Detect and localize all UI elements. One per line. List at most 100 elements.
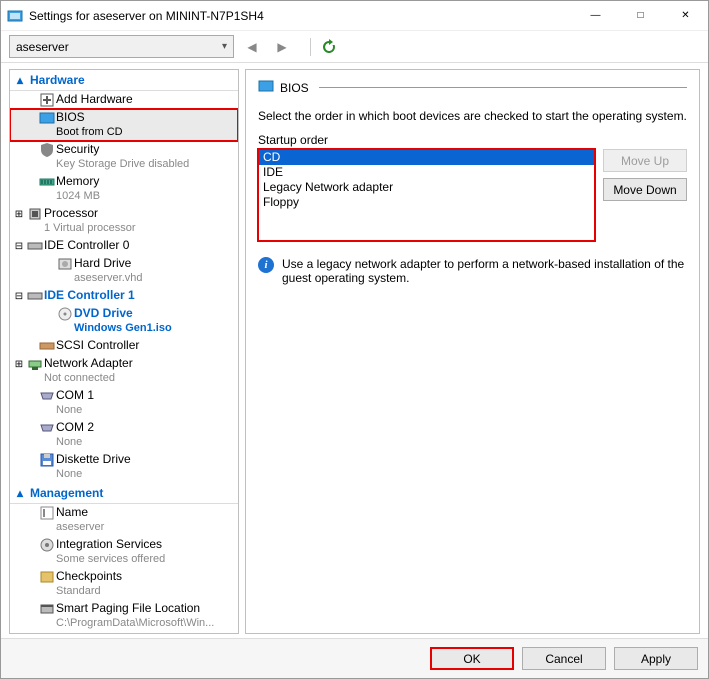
collapse-icon[interactable]: ⊟ [12,238,26,254]
com-port-icon [38,388,56,404]
tree-item-label: IDE Controller 1 [44,288,135,303]
tree-item-bios[interactable]: BIOS Boot from CD [10,109,238,141]
integration-icon [38,537,56,553]
apply-button[interactable]: Apply [614,647,698,670]
tree-item-sublabel: aseserver.vhd [74,271,142,286]
section-label: Hardware [30,73,85,87]
section-hardware[interactable]: ▴ Hardware [10,70,238,91]
controller-icon [26,288,44,304]
detail-title-row: BIOS [258,78,687,99]
list-item[interactable]: Floppy [259,195,594,210]
tree-item-label: IDE Controller 0 [44,238,129,253]
move-up-button[interactable]: Move Up [603,149,687,172]
tree-item-label: Name [56,505,104,520]
app-icon [7,8,23,24]
close-button[interactable]: ✕ [663,1,708,30]
tree-item-label: Hard Drive [74,256,142,271]
tree-item-processor[interactable]: ⊞ Processor 1 Virtual processor [10,205,238,237]
titlebar: Settings for aseserver on MININT-N7P1SH4… [1,1,708,31]
tree-item-network-adapter[interactable]: ⊞ Network Adapter Not connected [10,355,238,387]
tree-item-security[interactable]: Security Key Storage Drive disabled [10,141,238,173]
controller-icon [26,238,44,254]
tree-item-add-hardware[interactable]: Add Hardware [10,91,238,109]
tree-item-com2[interactable]: COM 2 None [10,419,238,451]
tree-item-harddrive[interactable]: Hard Drive aseserver.vhd [10,255,238,287]
tree-item-label: Security [56,142,189,157]
tree-item-name[interactable]: Name aseserver [10,504,238,536]
tree-item-label: Diskette Drive [56,452,131,467]
tree-item-ide0[interactable]: ⊟ IDE Controller 0 [10,237,238,255]
list-item[interactable]: IDE [259,165,594,180]
tree-item-label: SCSI Controller [56,338,139,353]
tree-item-sublabel: Not connected [44,371,133,386]
tree-item-checkpoints[interactable]: Checkpoints Standard [10,568,238,600]
ok-button[interactable]: OK [430,647,514,670]
expand-icon[interactable]: ⊞ [12,206,26,222]
section-management[interactable]: ▴ Management [10,483,238,504]
tree-item-scsi[interactable]: SCSI Controller [10,337,238,355]
refresh-button[interactable] [317,36,341,58]
checkpoints-icon [38,569,56,585]
tree-item-sublabel: None [56,467,131,482]
dvd-icon [56,306,74,322]
tree-item-diskette[interactable]: Diskette Drive None [10,451,238,483]
maximize-button[interactable]: □ [618,1,663,30]
tree-item-label: Smart Paging File Location [56,601,214,616]
nav-forward-button[interactable]: ▶ [270,36,294,58]
tree-item-sublabel: 1 Virtual processor [44,221,136,236]
tree-item-integration[interactable]: Integration Services Some services offer… [10,536,238,568]
vm-selector-combo[interactable]: aseserver ▾ [9,35,234,58]
detail-description: Select the order in which boot devices a… [258,109,687,123]
vm-selector-value: aseserver [16,40,69,54]
settings-tree[interactable]: ▴ Hardware Add Hardware BIOS Boot from C… [9,69,239,634]
diskette-icon [38,452,56,468]
collapse-icon[interactable]: ⊟ [12,288,26,304]
tree-item-label: DVD Drive [74,306,172,321]
shield-icon [38,142,56,158]
tree-item-com1[interactable]: COM 1 None [10,387,238,419]
toolbar: aseserver ▾ ◀ ▶ [1,31,708,63]
list-item[interactable]: Legacy Network adapter [259,180,594,195]
list-item[interactable]: CD [259,150,594,165]
detail-pane: BIOS Select the order in which boot devi… [245,69,700,634]
tree-item-sublabel: Key Storage Drive disabled [56,157,189,172]
paging-icon [38,601,56,617]
info-box: i Use a legacy network adapter to perfor… [258,257,687,285]
expand-icon[interactable]: ⊞ [12,356,26,372]
tree-item-sublabel: C:\ProgramData\Microsoft\Win... [56,616,214,631]
tree-item-label: Memory [56,174,100,189]
tree-item-sublabel: Windows Gen1.iso [74,321,172,336]
tree-item-label: Checkpoints [56,569,122,584]
tree-item-sublabel: None [56,435,94,450]
tree-item-sublabel: Some services offered [56,552,165,567]
processor-icon [26,206,44,222]
tree-item-label: Add Hardware [56,92,133,107]
startup-order-label: Startup order [258,133,687,147]
tree-item-ide1[interactable]: ⊟ IDE Controller 1 [10,287,238,305]
tree-item-paging[interactable]: Smart Paging File Location C:\ProgramDat… [10,600,238,632]
section-label: Management [30,486,103,500]
tree-item-sublabel: aseserver [56,520,104,535]
startup-order-listbox[interactable]: CD IDE Legacy Network adapter Floppy [258,149,595,241]
scsi-icon [38,338,56,354]
window-title: Settings for aseserver on MININT-N7P1SH4 [29,9,573,23]
info-text: Use a legacy network adapter to perform … [282,257,687,285]
chevron-down-icon: ▾ [222,41,227,52]
tree-item-dvd[interactable]: DVD Drive Windows Gen1.iso [10,305,238,337]
tree-item-sublabel: Standard [56,584,122,599]
tree-item-sublabel: 1024 MB [56,189,100,204]
tree-item-memory[interactable]: Memory 1024 MB [10,173,238,205]
move-down-button[interactable]: Move Down [603,178,687,201]
nav-back-button[interactable]: ◀ [240,36,264,58]
tree-item-label: COM 1 [56,388,94,403]
title-rule [319,87,687,88]
minimize-button[interactable]: — [573,1,618,30]
tree-item-sublabel: Boot from CD [56,125,123,140]
chevron-up-icon: ▴ [14,486,26,500]
network-icon [26,356,44,372]
tree-item-label: Integration Services [56,537,165,552]
cancel-button[interactable]: Cancel [522,647,606,670]
bios-icon [258,78,274,97]
tree-item-sublabel: None [56,403,94,418]
memory-icon [38,174,56,190]
